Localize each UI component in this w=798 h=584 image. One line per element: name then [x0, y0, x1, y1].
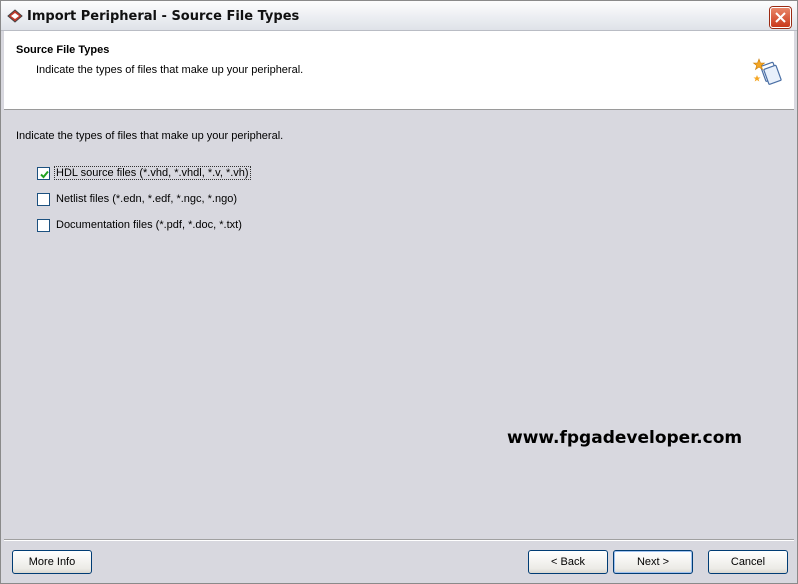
title-bar[interactable]: Import Peripheral - Source File Types — [1, 1, 797, 31]
import-peripheral-dialog: Import Peripheral - Source File Types So… — [0, 0, 798, 584]
instruction-text: Indicate the types of files that make up… — [16, 130, 284, 142]
wizard-icon — [751, 55, 785, 89]
cancel-button[interactable]: Cancel — [708, 550, 788, 574]
checkmark-icon — [40, 170, 49, 179]
close-icon — [775, 12, 786, 23]
more-info-button[interactable]: More Info — [12, 550, 92, 574]
documentation-label[interactable]: Documentation files (*.pdf, *.doc, *.txt… — [55, 219, 243, 231]
back-button[interactable]: < Back — [528, 550, 608, 574]
next-button[interactable]: Next > — [613, 550, 693, 574]
documentation-checkbox[interactable] — [37, 219, 50, 232]
content-panel: Indicate the types of files that make up… — [4, 111, 794, 539]
xilinx-app-icon — [7, 9, 23, 23]
window-title: Import Peripheral - Source File Types — [27, 9, 300, 24]
page-title: Source File Types — [16, 44, 110, 56]
header-panel: Source File Types Indicate the types of … — [4, 31, 794, 110]
close-button[interactable] — [770, 7, 791, 28]
watermark-text: www.fpgadeveloper.com — [507, 428, 743, 448]
netlist-checkbox[interactable] — [37, 193, 50, 206]
hdl-label[interactable]: HDL source files (*.vhd, *.vhdl, *.v, *.… — [54, 166, 251, 180]
footer-divider — [4, 539, 794, 541]
hdl-checkbox[interactable] — [37, 167, 50, 180]
netlist-label[interactable]: Netlist files (*.edn, *.edf, *.ngc, *.ng… — [55, 193, 238, 205]
page-subtitle: Indicate the types of files that make up… — [36, 64, 304, 76]
